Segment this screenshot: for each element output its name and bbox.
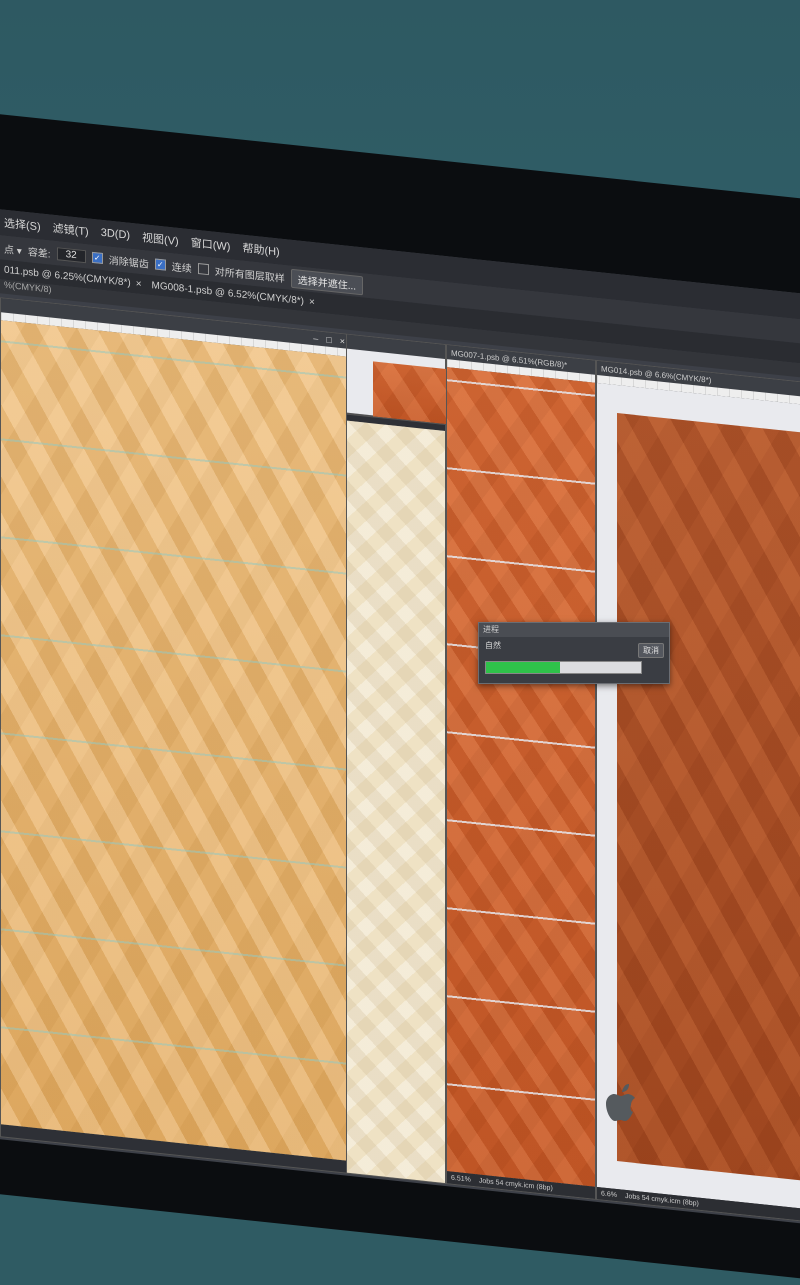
zoom-level[interactable]: 6.6%: [601, 1190, 617, 1199]
sample-all-label: 对所有图层取样: [214, 266, 285, 285]
dialog-title: 进程: [479, 623, 669, 637]
contiguous-label: 连续: [171, 261, 192, 275]
document-window-thumbnail[interactable]: [346, 333, 447, 426]
menu-item-view[interactable]: 视图(V): [142, 229, 179, 249]
menu-item-select[interactable]: 选择(S): [4, 215, 41, 235]
monitor-bezel: 选择(S) 滤镜(T) 3D(D) 视图(V) 窗口(W) 帮助(H) 点 ▾ …: [0, 110, 800, 1285]
maximize-icon[interactable]: □: [326, 334, 331, 345]
window-controls: – □ ×: [313, 333, 345, 346]
menu-item-help[interactable]: 帮助(H): [242, 240, 279, 260]
antialias-checkbox[interactable]: ✓: [91, 251, 103, 264]
canvas-orange-herringbone[interactable]: [447, 367, 595, 1187]
cancel-button[interactable]: 取消: [638, 643, 664, 658]
sample-all-checkbox[interactable]: [197, 262, 209, 275]
document-window-light[interactable]: – □ ×: [0, 297, 350, 1174]
close-icon[interactable]: ×: [136, 278, 142, 290]
close-icon[interactable]: ×: [340, 336, 345, 347]
canvas-paper: [347, 348, 447, 426]
sample-point-select[interactable]: 点 ▾: [4, 240, 22, 257]
apple-logo-icon: [606, 1084, 635, 1121]
minimize-icon[interactable]: –: [313, 333, 318, 344]
menu-item-window[interactable]: 窗口(W): [191, 234, 231, 254]
tolerance-input[interactable]: 32: [56, 246, 86, 263]
canvas-cream-herringbone[interactable]: [347, 420, 445, 1183]
chevron-down-icon: ▾: [16, 245, 22, 257]
document-window-mg007[interactable]: MG007-1.psb @ 6.51%(RGB/8)* 6.51% Jobs 5…: [446, 344, 596, 1200]
monitor-screen: 选择(S) 滤镜(T) 3D(D) 视图(V) 窗口(W) 帮助(H) 点 ▾ …: [0, 209, 800, 1228]
progress-bar: [485, 661, 642, 674]
canvas-light-herringbone[interactable]: [1, 320, 349, 1161]
contiguous-checkbox[interactable]: ✓: [154, 257, 166, 271]
thumbnail-orange-herringbone: [373, 361, 447, 426]
zoom-level[interactable]: 6.51%: [451, 1174, 471, 1183]
menu-item-3d[interactable]: 3D(D): [101, 227, 130, 242]
sample-point-label: 点: [4, 244, 14, 257]
progress-fill: [486, 662, 561, 673]
document-window-cream[interactable]: [346, 413, 446, 1185]
progress-dialog: 进程 自然 取消: [478, 622, 670, 684]
tolerance-label: 容差:: [27, 246, 51, 261]
menu-item-filter[interactable]: 滤镜(T): [53, 220, 89, 240]
close-icon[interactable]: ×: [309, 296, 315, 308]
canvas-brown-herringbone[interactable]: [617, 413, 800, 1183]
antialias-label: 消除锯齿: [108, 255, 149, 271]
